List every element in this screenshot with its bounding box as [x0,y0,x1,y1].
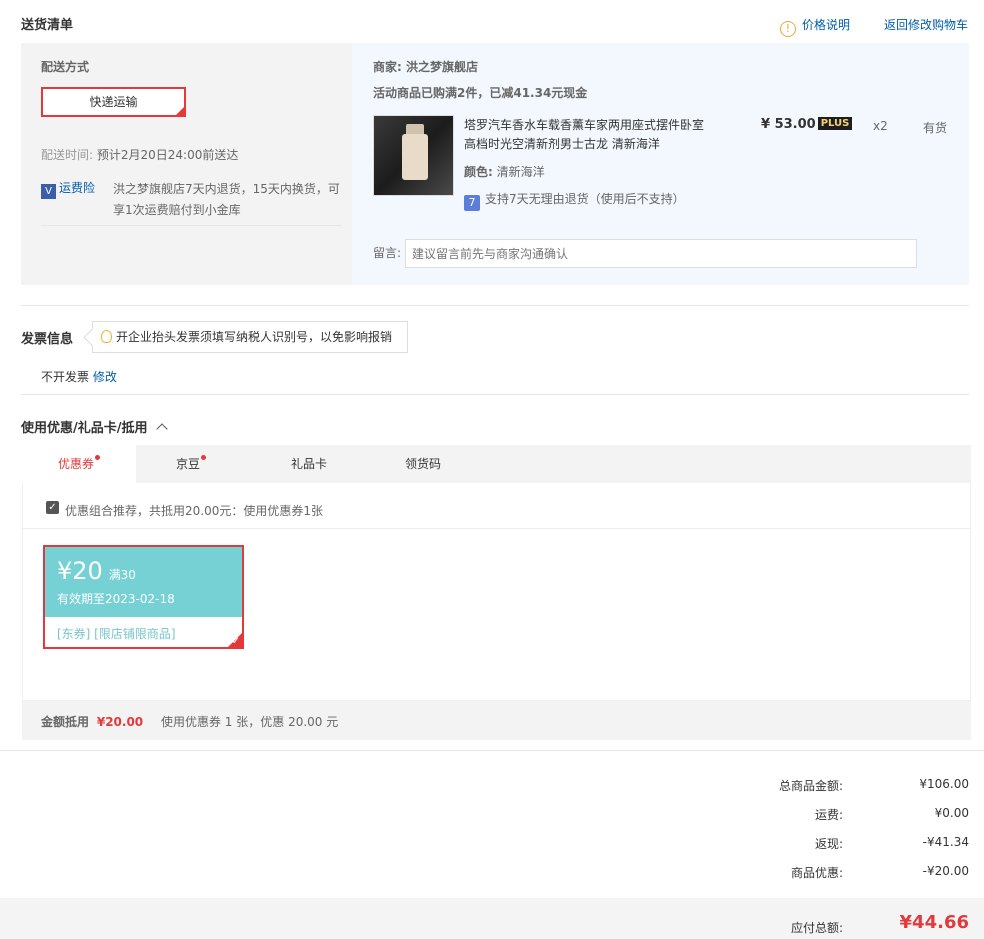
product-title-line2: 高档时光空清新剂男士古龙 清新海洋 [464,137,660,151]
summary-amount: ¥20.00 [96,715,144,729]
return-policy: 7 支持7天无理由退货（使用后不支持） [464,190,685,211]
goods-total-label: 总商品金额: [778,779,843,793]
notification-dot [95,455,100,460]
coupon-tags: [东券] [限店铺限商品] [57,627,176,641]
discount-tabs: 优惠券 京豆 礼品卡 领货码 [22,445,971,483]
notification-dot [201,455,207,460]
check-icon: ✓ [176,106,183,115]
product-title[interactable]: 塔罗汽车香水车载香薰车家两用座式摆件卧室 高档时光空清新剂男士古龙 清新海洋 [464,116,704,154]
discount-label: 商品优惠: [790,866,843,880]
merchant-info: 商家: 洪之梦旗舰店 [373,58,478,75]
payable-value: ¥44.66 [899,912,969,933]
express-shipping-option[interactable]: 快递运输 ✓ [41,87,186,117]
tab-jingdou[interactable]: 京豆 [176,445,207,483]
promo-text: 活动商品已购满2件，已减41.34元现金 [373,86,588,100]
rebate-label: 返现: [814,837,843,851]
product-price: ¥ 53.00 PLUS [761,117,853,132]
invoice-status: 不开发票 修改 [41,368,117,385]
divider [0,750,984,751]
discount-value: -¥20.00 [922,864,969,878]
divider [41,225,342,226]
return-policy-text: 支持7天无理由退货（使用后不支持） [485,192,685,206]
coupon-amount: ¥20 [57,557,103,585]
tab-label: 礼品卡 [291,457,328,471]
recommend-text: 优惠组合推荐，共抵用20.00元：使用优惠券1张 [65,504,323,518]
plus-badge: PLUS [817,117,853,130]
coupon-value: ¥20 满30 [57,557,136,585]
discount-summary: 金额抵用 ¥20.00 使用优惠券 1 张，优惠 20.00 元 [41,713,338,730]
coupon-card[interactable]: ¥20 满30 有效期至2023-02-18 [东券] [限店铺限商品] ✓ [43,545,244,649]
invoice-tip-text: 开企业抬头发票须填写纳税人识别号，以免影响报销 [116,330,393,344]
product-color: 颜色: 清新海洋 [464,163,545,180]
chevron-up-icon [156,423,168,435]
check-icon: ✓ [231,636,240,647]
summary-detail: 使用优惠券 1 张，优惠 20.00 元 [160,715,339,729]
shipping-label: 运费: [814,808,843,822]
tab-label: 领货码 [405,457,442,471]
tab-label: 优惠券 [57,457,94,471]
divider [22,528,971,529]
price-explain-link[interactable]: ! 价格说明 [780,16,850,37]
back-to-cart-link[interactable]: 返回修改购物车 [884,16,968,33]
insurance-text-line1: 洪之梦旗舰店7天内退货，15天内换货，可 [113,182,340,196]
product-qty: x2 [873,119,888,133]
price-explain-label: 价格说明 [802,18,851,32]
summary-label: 金额抵用 [41,715,90,729]
freight-insurance-badge[interactable]: V 运费险 [41,179,95,199]
tab-coupons[interactable]: 优惠券 [22,445,136,483]
invoice-status-text: 不开发票 [41,370,90,384]
invoice-edit-link[interactable]: 修改 [93,370,117,384]
product-image[interactable] [373,115,454,196]
delivery-time-label: 配送时间: [41,148,94,162]
goods-total-value: ¥106.00 [919,777,969,791]
invoice-title: 发票信息 [21,332,74,347]
divider [21,394,969,395]
stock-status: 有货 [923,121,948,135]
divider [21,305,969,306]
merchant-label: 商家: [373,60,402,74]
freight-insurance-text: 洪之梦旗舰店7天内退货，15天内换货，可 享1次运费赔付到小金库 [113,179,340,221]
shield-icon: V [41,184,56,199]
page-title: 送货清单 [21,18,74,33]
delivery-time: 配送时间: 预计2月20日24:00前送达 [41,146,238,163]
message-label: 留言: [373,246,402,260]
rebate-value: -¥41.34 [922,835,969,849]
express-shipping-label: 快递运输 [89,95,138,109]
shipping-value: ¥0.00 [934,806,969,820]
warning-icon: ! [780,21,796,37]
product-color-label: 颜色: [464,165,493,179]
lightbulb-icon [101,330,112,343]
payable-label: 应付总额: [790,921,843,935]
coupon-condition: 满30 [108,568,136,582]
bottle [402,134,428,180]
delivery-time-value: 预计2月20日24:00前送达 [96,148,239,162]
discounts-title: 使用优惠/礼品卡/抵用 [21,421,148,436]
return-policy-icon: 7 [464,195,480,211]
coupon-validity: 有效期至2023-02-18 [57,592,175,606]
invoice-tip: 开企业抬头发票须填写纳税人识别号，以免影响报销 [92,321,408,353]
tab-redeem-code[interactable]: 领货码 [405,445,441,483]
discounts-title-toggle[interactable]: 使用优惠/礼品卡/抵用 [21,417,168,436]
message-input[interactable] [405,239,917,268]
tab-label: 京豆 [176,457,201,471]
product-price-value: ¥ 53.00 [761,117,816,132]
tab-gift-card[interactable]: 礼品卡 [291,445,327,483]
coupon-header: ¥20 满30 有效期至2023-02-18 [45,547,242,617]
delivery-method-label: 配送方式 [41,60,90,74]
recommend-checkbox[interactable]: ✓ [46,501,59,514]
freight-insurance-label: 运费险 [59,181,96,195]
merchant-name: 洪之梦旗舰店 [406,60,479,74]
insurance-text-line2: 享1次运费赔付到小金库 [113,203,241,217]
product-color-value: 清新海洋 [496,165,545,179]
product-title-line1: 塔罗汽车香水车载香薰车家两用座式摆件卧室 [464,118,705,132]
